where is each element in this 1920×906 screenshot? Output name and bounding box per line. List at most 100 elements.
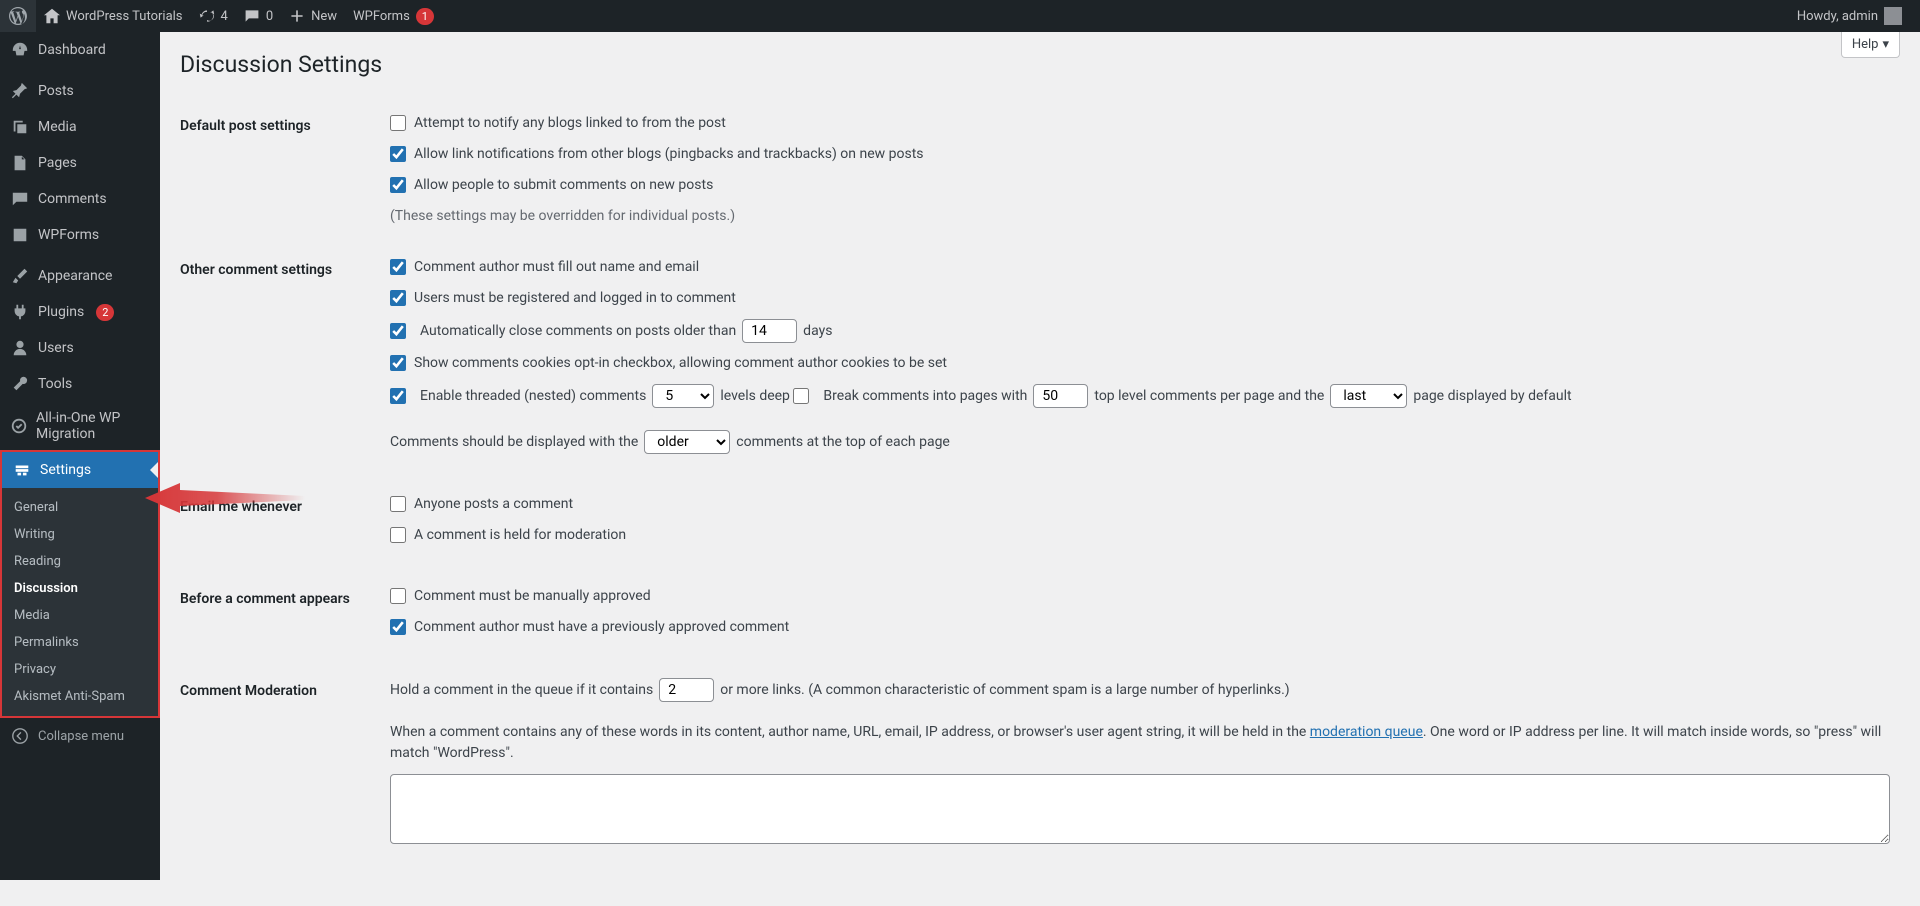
opt-email-anyone-posts[interactable]: Anyone posts a comment: [390, 494, 1890, 515]
settings-icon: [12, 460, 32, 480]
menu-pages[interactable]: Pages: [0, 145, 160, 181]
menu-appearance[interactable]: Appearance: [0, 258, 160, 294]
menu-label: All-in-One WP Migration: [36, 410, 150, 442]
menu-plugins[interactable]: Plugins 2: [0, 294, 160, 330]
default-post-hint: (These settings may be overridden for in…: [390, 206, 1890, 227]
section-heading-moderation: Comment Moderation: [180, 663, 380, 866]
chk-notify-blogs[interactable]: [390, 115, 406, 131]
menu-label: Posts: [38, 83, 74, 99]
submenu-privacy[interactable]: Privacy: [2, 656, 158, 683]
menu-comments[interactable]: Comments: [0, 181, 160, 217]
opt-close-comments[interactable]: Automatically close comments on posts ol…: [390, 319, 832, 343]
user-icon: [10, 338, 30, 358]
menu-label: Tools: [38, 376, 72, 392]
plugin-badge: 2: [96, 304, 114, 321]
chk-email-held[interactable]: [390, 527, 406, 543]
wpforms-label: WPForms: [353, 9, 410, 24]
new-content-link[interactable]: New: [281, 0, 345, 32]
opt-cookies-optin[interactable]: Show comments cookies opt-in checkbox, a…: [390, 353, 1890, 374]
moderation-queue-link[interactable]: moderation queue: [1310, 724, 1423, 740]
dashboard-icon: [10, 40, 30, 60]
submenu-discussion[interactable]: Discussion: [2, 575, 158, 602]
menu-dashboard[interactable]: Dashboard: [0, 32, 160, 68]
chk-allow-comments[interactable]: [390, 177, 406, 193]
comments-per-page-input[interactable]: [1033, 384, 1088, 408]
moderation-links-row: Hold a comment in the queue if it contai…: [390, 678, 1290, 702]
chk-cookies-optin[interactable]: [390, 355, 406, 371]
opt-require-login[interactable]: Users must be registered and logged in t…: [390, 288, 1890, 309]
site-name-link[interactable]: WordPress Tutorials: [36, 0, 191, 32]
wpforms-badge: 1: [416, 8, 434, 25]
menu-settings[interactable]: Settings: [2, 452, 158, 488]
opt-email-held[interactable]: A comment is held for moderation: [390, 525, 1890, 546]
opt-require-name-email[interactable]: Comment author must fill out name and em…: [390, 257, 1890, 278]
avatar-icon: [1884, 7, 1902, 25]
submenu-general[interactable]: General: [2, 494, 158, 521]
help-label: Help: [1852, 37, 1879, 52]
chk-paginate-comments[interactable]: [793, 388, 809, 404]
updates-link[interactable]: 4: [191, 0, 236, 32]
opt-comment-order: Comments should be displayed with the ol…: [390, 430, 950, 454]
chk-require-name-email[interactable]: [390, 259, 406, 275]
wpforms-icon: [10, 225, 30, 245]
opt-allow-comments[interactable]: Allow people to submit comments on new p…: [390, 175, 1890, 196]
brush-icon: [10, 266, 30, 286]
comment-order-select[interactable]: older: [644, 430, 730, 454]
moderation-keys-textarea[interactable]: [390, 774, 1890, 844]
chk-threaded-comments[interactable]: [390, 388, 406, 404]
chk-require-login[interactable]: [390, 290, 406, 306]
menu-media[interactable]: Media: [0, 109, 160, 145]
moderation-description: When a comment contains any of these wor…: [390, 722, 1890, 764]
opt-notify-blogs[interactable]: Attempt to notify any blogs linked to fr…: [390, 113, 1890, 134]
wordpress-icon: [8, 6, 28, 26]
page-icon: [10, 153, 30, 173]
plugin-icon: [10, 302, 30, 322]
menu-label: Plugins: [38, 304, 84, 320]
account-link[interactable]: Howdy, admin: [1789, 0, 1910, 32]
menu-tools[interactable]: Tools: [0, 366, 160, 402]
howdy-text: Howdy, admin: [1797, 9, 1878, 24]
opt-prev-approved[interactable]: Comment author must have a previously ap…: [390, 617, 1890, 638]
thread-depth-select[interactable]: 5: [652, 384, 714, 408]
pin-icon: [10, 81, 30, 101]
menu-label: Pages: [38, 155, 77, 171]
menu-wpforms[interactable]: WPForms: [0, 217, 160, 253]
submenu-permalinks[interactable]: Permalinks: [2, 629, 158, 656]
menu-users[interactable]: Users: [0, 330, 160, 366]
page-title: Discussion Settings: [180, 42, 1900, 98]
menu-aiowp[interactable]: All-in-One WP Migration: [0, 402, 160, 450]
comments-link[interactable]: 0: [236, 0, 281, 32]
submenu-akismet[interactable]: Akismet Anti-Spam: [2, 683, 158, 710]
menu-label: Dashboard: [38, 42, 106, 58]
site-title: WordPress Tutorials: [66, 9, 183, 24]
opt-threaded-comments[interactable]: Enable threaded (nested) comments 5 leve…: [390, 384, 790, 408]
section-heading-other: Other comment settings: [180, 242, 380, 479]
chk-manual-approve[interactable]: [390, 588, 406, 604]
help-tab[interactable]: Help ▾: [1841, 32, 1900, 58]
chk-prev-approved[interactable]: [390, 619, 406, 635]
submenu-reading[interactable]: Reading: [2, 548, 158, 575]
collapse-icon: [10, 726, 30, 746]
annotation-highlight: Settings General Writing Reading Discuss…: [0, 450, 160, 718]
menu-posts[interactable]: Posts: [0, 73, 160, 109]
opt-allow-pingbacks[interactable]: Allow link notifications from other blog…: [390, 144, 1890, 165]
chk-email-anyone-posts[interactable]: [390, 496, 406, 512]
wp-logo[interactable]: [0, 0, 36, 32]
comment-icon: [10, 189, 30, 209]
section-heading-before: Before a comment appears: [180, 571, 380, 663]
opt-manual-approve[interactable]: Comment must be manually approved: [390, 586, 1890, 607]
section-heading-email: Email me whenever: [180, 479, 380, 571]
submenu-writing[interactable]: Writing: [2, 521, 158, 548]
wpforms-link[interactable]: WPForms 1: [345, 0, 442, 32]
close-days-input[interactable]: [742, 319, 797, 343]
opt-paginate-comments[interactable]: Break comments into pages with top level…: [793, 384, 1571, 408]
collapse-menu[interactable]: Collapse menu: [0, 718, 160, 754]
section-heading-default: Default post settings: [180, 98, 380, 242]
chk-allow-pingbacks[interactable]: [390, 146, 406, 162]
submenu-media[interactable]: Media: [2, 602, 158, 629]
chk-close-comments[interactable]: [390, 323, 406, 339]
menu-label: Users: [38, 340, 74, 356]
max-links-input[interactable]: [659, 678, 714, 702]
admin-sidebar: Dashboard Posts Media Pages Comments WPF…: [0, 32, 160, 880]
default-page-select[interactable]: last: [1330, 384, 1407, 408]
